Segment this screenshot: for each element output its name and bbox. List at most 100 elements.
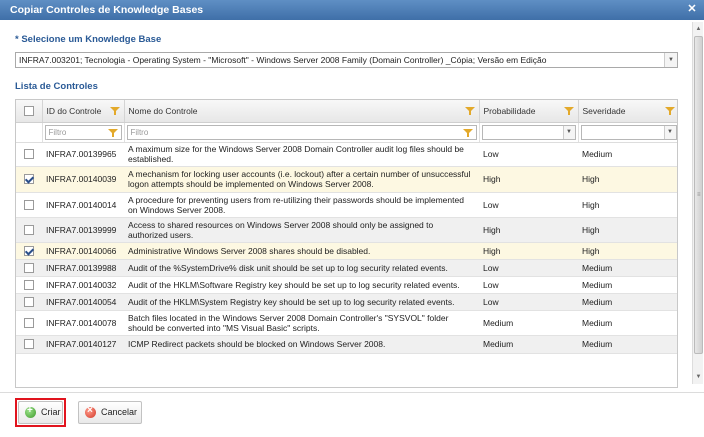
row-checkbox-cell[interactable] [16, 166, 42, 193]
row-severity: Medium [578, 335, 677, 354]
row-control-name: Audit of the %SystemDrive% disk unit sho… [124, 259, 479, 277]
row-checkbox[interactable] [24, 262, 34, 273]
row-control-id: INFRA7.00140078 [42, 310, 124, 336]
dialog-scrollbar[interactable]: ▲ ≡ ▼ [692, 22, 703, 384]
row-control-name: Audit of the HKLM\Software Registry key … [124, 276, 479, 294]
scroll-down-icon[interactable]: ▼ [693, 372, 704, 382]
row-probability: Low [479, 276, 578, 294]
cancel-button-label: Cancelar [101, 407, 138, 417]
table-row[interactable]: INFRA7.00140066 Administrative Windows Se… [16, 242, 677, 260]
filter-icon[interactable] [563, 106, 574, 116]
grip-icon: ≡ [697, 192, 701, 198]
row-checkbox[interactable] [24, 279, 34, 290]
row-control-id: INFRA7.00140127 [42, 335, 124, 354]
row-control-id: INFRA7.00140032 [42, 276, 124, 294]
row-probability: Medium [479, 335, 578, 354]
row-severity: Medium [578, 259, 677, 277]
table-row[interactable]: INFRA7.00140054 Audit of the HKLM\System … [16, 293, 677, 311]
row-control-id: INFRA7.00140066 [42, 242, 124, 260]
dialog-title: Copiar Controles de Knowledge Bases [10, 4, 204, 16]
row-severity: Medium [578, 293, 677, 311]
row-control-id: INFRA7.00140039 [42, 166, 124, 193]
filter-icon[interactable] [109, 106, 120, 116]
row-probability: High [479, 242, 578, 260]
knowledge-base-selected-value: INFRA7.003201; Tecnologia - Operating Sy… [19, 55, 547, 65]
table-row[interactable]: INFRA7.00139999 Access to shared resource… [16, 217, 677, 243]
row-checkbox-cell[interactable] [16, 276, 42, 294]
row-control-name: Administrative Windows Server 2008 share… [124, 242, 479, 260]
row-checkbox[interactable] [24, 245, 34, 256]
row-checkbox-cell[interactable] [16, 293, 42, 311]
name-filter-input[interactable]: Filtro [126, 124, 477, 140]
footer-divider [0, 392, 704, 393]
row-checkbox[interactable] [24, 149, 34, 160]
column-header-probability[interactable]: Probabilidade [479, 100, 579, 123]
cancel-button[interactable]: Cancelar [78, 401, 142, 424]
row-checkbox-cell[interactable] [16, 310, 42, 336]
row-checkbox[interactable] [24, 224, 34, 235]
create-button[interactable]: Criar [18, 401, 63, 424]
id-filter-input[interactable]: Filtro [44, 124, 122, 140]
row-control-name: A mechanism for locking user accounts (i… [124, 166, 479, 193]
severity-filter-select[interactable]: ▼ [580, 124, 677, 140]
row-severity: Medium [578, 142, 677, 167]
filter-icon[interactable] [462, 128, 473, 138]
row-probability: Low [479, 142, 578, 167]
table-row[interactable]: INFRA7.00140078 Batch files located in th… [16, 310, 677, 336]
row-severity: High [578, 242, 677, 260]
row-probability: Low [479, 293, 578, 311]
row-checkbox[interactable] [24, 199, 34, 210]
row-control-name: A procedure for preventing users from re… [124, 192, 479, 218]
chevron-down-icon[interactable]: ▼ [663, 125, 676, 139]
scroll-up-icon[interactable]: ▲ [693, 24, 704, 34]
row-control-name: Audit of the HKLM\System Registry key sh… [124, 293, 479, 311]
row-control-id: INFRA7.00139999 [42, 217, 124, 243]
close-icon[interactable]: ✕ [686, 3, 698, 15]
filter-spacer [16, 122, 43, 143]
row-checkbox[interactable] [24, 317, 34, 328]
row-severity: High [578, 192, 677, 218]
column-header-name[interactable]: Nome do Controle [124, 100, 480, 123]
row-control-id: INFRA7.00140054 [42, 293, 124, 311]
table-row[interactable]: INFRA7.00139988 Audit of the %SystemDrive… [16, 259, 677, 277]
row-severity: High [578, 166, 677, 193]
row-probability: High [479, 217, 578, 243]
row-checkbox[interactable] [24, 174, 34, 185]
row-checkbox-cell[interactable] [16, 335, 42, 354]
row-control-id: INFRA7.00139965 [42, 142, 124, 167]
controls-grid: ID do Controle Nome do Controle Probabil… [15, 99, 678, 388]
select-all-header[interactable] [16, 100, 43, 123]
row-checkbox-cell[interactable] [16, 259, 42, 277]
knowledge-base-label: * Selecione um Knowledge Base [15, 34, 162, 45]
table-row[interactable]: INFRA7.00140032 Audit of the HKLM\Softwar… [16, 276, 677, 294]
row-severity: Medium [578, 276, 677, 294]
table-row[interactable]: INFRA7.00140127 ICMP Redirect packets sho… [16, 335, 677, 354]
row-severity: High [578, 217, 677, 243]
row-probability: Low [479, 192, 578, 218]
row-checkbox[interactable] [24, 296, 34, 307]
filter-icon[interactable] [664, 106, 675, 116]
add-icon [25, 405, 36, 418]
row-checkbox-cell[interactable] [16, 217, 42, 243]
row-control-name: A maximum size for the Windows Server 20… [124, 142, 479, 167]
table-row[interactable]: INFRA7.00140014 A procedure for preventin… [16, 192, 677, 218]
filter-icon[interactable] [464, 106, 475, 116]
scrollbar-thumb[interactable]: ≡ [694, 36, 703, 354]
probability-filter-select[interactable]: ▼ [481, 124, 576, 140]
chevron-down-icon[interactable]: ▼ [562, 125, 575, 139]
row-control-id: INFRA7.00139988 [42, 259, 124, 277]
column-header-id[interactable]: ID do Controle [42, 100, 125, 123]
row-checkbox[interactable] [24, 339, 34, 350]
row-probability: High [479, 166, 578, 193]
chevron-down-icon[interactable]: ▼ [664, 53, 677, 67]
create-button-label: Criar [41, 407, 61, 417]
select-all-checkbox[interactable] [23, 106, 34, 117]
filter-icon[interactable] [107, 128, 118, 138]
knowledge-base-select[interactable]: INFRA7.003201; Tecnologia - Operating Sy… [15, 52, 678, 68]
row-checkbox-cell[interactable] [16, 242, 42, 260]
column-header-severity[interactable]: Severidade [578, 100, 677, 123]
table-row[interactable]: INFRA7.00140039 A mechanism for locking u… [16, 166, 677, 193]
table-row[interactable]: INFRA7.00139965 A maximum size for the Wi… [16, 142, 677, 167]
row-checkbox-cell[interactable] [16, 142, 42, 167]
row-checkbox-cell[interactable] [16, 192, 42, 218]
